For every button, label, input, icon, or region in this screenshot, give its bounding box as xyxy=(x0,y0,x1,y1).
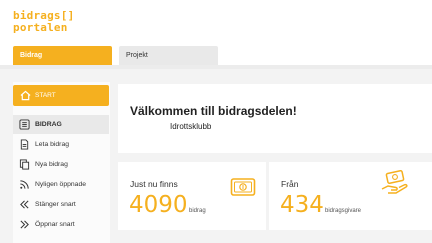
club-name: Idrottsklubb xyxy=(170,122,212,131)
sidebar-item-label: Nya bidrag xyxy=(35,161,68,168)
grantor-count-label: Från xyxy=(281,179,299,189)
document-icon xyxy=(20,139,29,150)
hand-money-icon xyxy=(381,170,408,194)
sidebar-item-stanger-snart[interactable]: Stänger snart xyxy=(13,195,109,214)
double-chevron-left-icon xyxy=(20,200,29,209)
sidebar-item-label: Stänger snart xyxy=(35,201,76,208)
welcome-panel: Välkommen till bidragsdelen! Idrottsklub… xyxy=(118,84,432,153)
tab-projekt[interactable]: Projekt xyxy=(119,46,218,65)
sidebar-item-bidrag[interactable]: BIDRAG xyxy=(13,115,109,134)
sidebar-item-nyligen-oppnade[interactable]: Nyligen öppnade xyxy=(13,175,109,194)
grant-count-unit: bidrag xyxy=(189,208,206,214)
sidebar-item-nya-bidrag[interactable]: Nya bidrag xyxy=(13,155,109,174)
grantor-count-unit: bidragsgivare xyxy=(325,208,362,214)
list-icon xyxy=(19,119,30,130)
welcome-title: Välkommen till bidragsdelen! xyxy=(130,104,297,118)
grant-count-label: Just nu finns xyxy=(130,179,178,189)
double-chevron-right-icon xyxy=(20,220,29,229)
grantor-count-card: Från 434 bidragsgivare xyxy=(269,162,432,230)
logo-line-2: portalen xyxy=(13,21,68,34)
money-bill-icon xyxy=(230,178,256,196)
tab-bidrag[interactable]: Bidrag xyxy=(13,46,112,65)
sidebar-item-label: Öppnar snart xyxy=(35,221,75,228)
sidebar-item-label: BIDRAG xyxy=(35,121,62,128)
grant-count-card: Just nu finns 4090 bidrag xyxy=(118,162,266,230)
rss-icon xyxy=(20,180,29,189)
copy-icon xyxy=(19,159,30,170)
app-logo[interactable]: bidrags[] portalen xyxy=(13,10,74,34)
content-top-bar xyxy=(0,65,432,69)
sidebar-item-oppnar-snart[interactable]: Öppnar snart xyxy=(13,215,109,234)
grantor-count-value: 434 xyxy=(280,192,324,218)
grant-count-value: 4090 xyxy=(129,192,188,218)
home-icon xyxy=(20,90,31,101)
sidebar-item-label: Nyligen öppnade xyxy=(35,181,87,188)
sidebar-item-leta-bidrag[interactable]: Leta bidrag xyxy=(13,135,109,154)
sidebar: START BIDRAG Leta bidrag Nya bidrag Nyli… xyxy=(13,82,110,243)
start-label: START xyxy=(35,92,56,99)
sidebar-item-label: Leta bidrag xyxy=(35,141,70,148)
start-button[interactable]: START xyxy=(13,85,109,106)
